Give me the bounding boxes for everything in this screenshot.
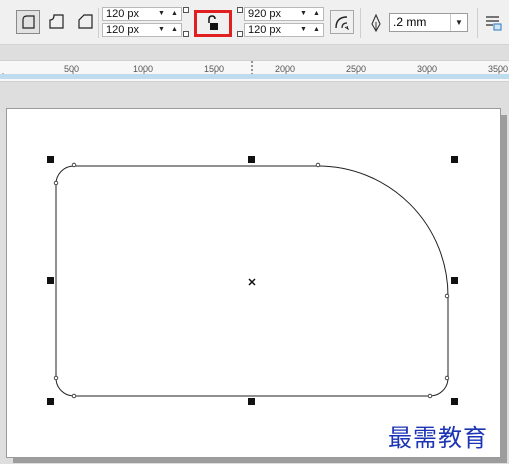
selection-handle-left[interactable] bbox=[47, 277, 54, 284]
shape-node[interactable] bbox=[53, 180, 59, 186]
selection-handle-top-right[interactable] bbox=[451, 156, 458, 163]
center-x-icon[interactable] bbox=[248, 278, 256, 286]
shape-node[interactable] bbox=[444, 293, 450, 299]
shape-node[interactable] bbox=[444, 375, 450, 381]
selection-handle-bottom[interactable] bbox=[248, 398, 255, 405]
shape-node[interactable] bbox=[53, 375, 59, 381]
selection-handle-right[interactable] bbox=[451, 277, 458, 284]
shape-node[interactable] bbox=[71, 162, 77, 168]
watermark-text: 最需教育 bbox=[388, 424, 488, 452]
selection-handle-bottom-right[interactable] bbox=[451, 398, 458, 405]
selection-handle-top[interactable] bbox=[248, 156, 255, 163]
shape-node[interactable] bbox=[315, 162, 321, 168]
shape-node[interactable] bbox=[71, 393, 77, 399]
selection-handle-top-left[interactable] bbox=[47, 156, 54, 163]
shape-node[interactable] bbox=[427, 393, 433, 399]
drawing-canvas[interactable] bbox=[0, 0, 509, 464]
selection-handle-bottom-left[interactable] bbox=[47, 398, 54, 405]
